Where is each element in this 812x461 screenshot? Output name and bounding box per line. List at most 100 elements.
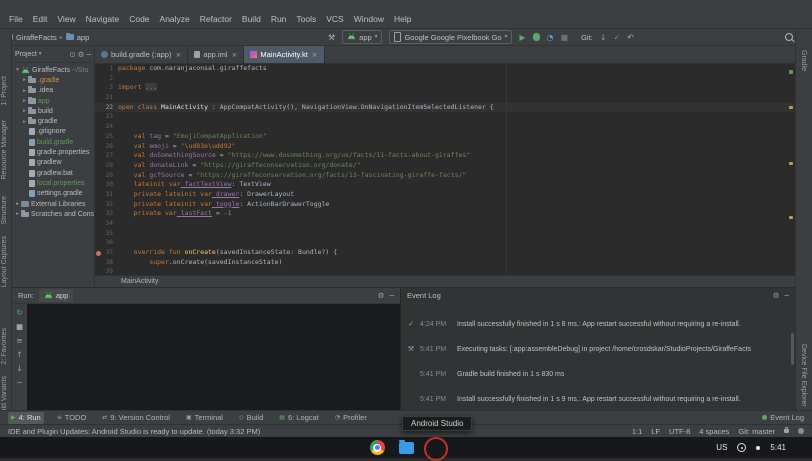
- tool-window-button-6: Logcat[interactable]: ▤6: Logcat: [276, 412, 322, 424]
- menu-item-analyze[interactable]: Analyze: [155, 12, 195, 28]
- editor-tab-app.iml[interactable]: app.iml×: [188, 46, 244, 63]
- profile-button[interactable]: ◔: [547, 33, 554, 42]
- editor-breadcrumb-item[interactable]: MainActivity: [121, 278, 158, 285]
- menu-item-navigate[interactable]: Navigate: [81, 12, 125, 28]
- tool-window-button-Profiler[interactable]: ◔Profiler: [332, 412, 370, 424]
- tree-item-build.gradle[interactable]: build.gradle: [12, 137, 94, 147]
- run-tab-app[interactable]: app: [39, 289, 74, 302]
- tree-item-gradle.properties[interactable]: gradle.properties: [12, 147, 94, 157]
- tree-item-GiraffeFacts[interactable]: ▾GiraffeFacts~/Stu: [12, 65, 94, 75]
- tool-stripe-button-Layout Captures[interactable]: Layout Captures: [1, 236, 8, 287]
- notification-indicator-icon[interactable]: [737, 443, 746, 452]
- status-message[interactable]: IDE and Plugin Updates: Android Studio i…: [8, 427, 260, 436]
- gear-icon[interactable]: ⚙: [78, 50, 85, 59]
- run-tool-rerun-icon[interactable]: ↻: [16, 309, 22, 317]
- clock[interactable]: 5:41: [770, 443, 786, 452]
- hide-panel-icon[interactable]: ─: [86, 50, 91, 59]
- inspection-status-icon[interactable]: [789, 70, 793, 74]
- gear-icon[interactable]: ⚙: [378, 291, 385, 300]
- project-panel-title[interactable]: Project: [15, 51, 37, 58]
- tool-stripe-button-Device File Explorer[interactable]: Device File Explorer: [800, 344, 807, 407]
- run-button[interactable]: ▶: [519, 33, 525, 42]
- warning-stripe-mark[interactable]: [789, 106, 793, 109]
- run-tool-scroll_down-icon[interactable]: ↓: [16, 365, 22, 373]
- tree-item-.gradle[interactable]: ▸.gradle: [12, 75, 94, 85]
- tool-stripe-button-Resource Manager[interactable]: Resource Manager: [1, 120, 8, 180]
- tool-stripe-button-Gradle[interactable]: Gradle: [800, 50, 807, 71]
- run-console-output[interactable]: [27, 304, 400, 410]
- editor-tab-MainActivity.kt[interactable]: MainActivity.kt×: [244, 46, 324, 63]
- tree-item-External Libraries[interactable]: ▸External Libraries: [12, 199, 94, 209]
- git-branch[interactable]: Git: master: [738, 427, 775, 436]
- menu-item-refactor[interactable]: Refactor: [195, 12, 237, 28]
- menu-item-tools[interactable]: Tools: [291, 12, 321, 28]
- tool-window-button-Terminal[interactable]: ▣Terminal: [183, 412, 226, 424]
- locate-target-icon[interactable]: ⊙: [69, 50, 75, 59]
- tree-item-.idea[interactable]: ▸.idea: [12, 86, 94, 96]
- tool-stripe-button-Structure[interactable]: Structure: [1, 196, 8, 224]
- tool-window-button-TODO[interactable]: ≡TODO: [54, 412, 90, 424]
- caret-position[interactable]: 1:1: [632, 427, 642, 436]
- menu-item-file[interactable]: File: [4, 12, 28, 28]
- menu-item-view[interactable]: View: [52, 12, 80, 28]
- lock-icon[interactable]: [784, 429, 789, 433]
- menu-item-code[interactable]: Code: [124, 12, 154, 28]
- tree-item-local.properties[interactable]: local.properties: [12, 178, 94, 188]
- tool-stripe-button-2: Favorites[interactable]: 2: Favorites: [1, 328, 8, 365]
- warning-stripe-mark[interactable]: [789, 216, 793, 219]
- menu-item-edit[interactable]: Edit: [28, 12, 53, 28]
- run-configuration-selector[interactable]: app ▾: [342, 30, 382, 44]
- tree-item-gradlew.bat[interactable]: gradlew.bat: [12, 168, 94, 178]
- tree-item-settings.gradle[interactable]: settings.gradle: [12, 189, 94, 199]
- reader-mode-icon[interactable]: [798, 428, 804, 434]
- menu-item-build[interactable]: Build: [237, 12, 266, 28]
- search-icon[interactable]: [785, 33, 793, 41]
- run-tool-minimize-icon[interactable]: ─: [17, 379, 22, 387]
- tool-window-button-Build[interactable]: ◇Build: [236, 412, 266, 424]
- hide-panel-icon[interactable]: ─: [389, 291, 394, 300]
- tool-window-button-4: Run[interactable]: ▶4: Run: [8, 412, 44, 424]
- gutter-marker-icon[interactable]: [96, 251, 101, 256]
- run-tool-stop-icon[interactable]: ■: [16, 323, 23, 331]
- git-rollback-button[interactable]: ↶: [627, 33, 634, 42]
- tree-item-app[interactable]: ▸app: [12, 96, 94, 106]
- tree-item-gradlew[interactable]: gradlew: [12, 158, 94, 168]
- scrollbar-thumb[interactable]: [791, 333, 794, 365]
- event-log-entries[interactable]: ✓4:24 PMInstall successfully finished in…: [401, 304, 789, 408]
- gear-icon[interactable]: ⚙: [773, 291, 780, 300]
- menu-item-vcs[interactable]: VCS: [321, 12, 348, 28]
- tree-item-build[interactable]: ▸build: [12, 106, 94, 116]
- line-ending[interactable]: LF: [651, 427, 660, 436]
- tool-window-button-9: Version Control[interactable]: ⇄9: Version Control: [99, 412, 173, 424]
- tree-item-.gitignore[interactable]: .gitignore: [12, 127, 94, 137]
- run-tool-scroll_up-icon[interactable]: ↑: [16, 351, 22, 359]
- breadcrumb-item-app[interactable]: app: [66, 33, 90, 42]
- event-log-button[interactable]: Event Log: [762, 413, 804, 422]
- tree-item-gradle[interactable]: ▸gradle: [12, 116, 94, 126]
- close-icon[interactable]: ×: [312, 51, 318, 59]
- menu-item-help[interactable]: Help: [389, 12, 416, 28]
- build-hammer-icon[interactable]: ⚒: [328, 33, 335, 42]
- close-icon[interactable]: ×: [175, 51, 181, 59]
- hide-panel-icon[interactable]: ─: [784, 291, 789, 300]
- stop-button[interactable]: ■: [561, 33, 569, 42]
- file-encoding[interactable]: UTF-8: [669, 427, 690, 436]
- close-icon[interactable]: ×: [232, 51, 238, 59]
- editor-tab-build.gradle (:app)[interactable]: build.gradle (:app)×: [95, 46, 188, 63]
- menu-item-run[interactable]: Run: [266, 12, 292, 28]
- device-selector[interactable]: Google Google Pixelbook Go ▾: [389, 30, 512, 44]
- git-update-button[interactable]: ↓: [600, 33, 607, 42]
- tool-stripe-button-1: Project[interactable]: 1: Project: [1, 76, 8, 106]
- indent-setting[interactable]: 4 spaces: [699, 427, 729, 436]
- run-tool-list-icon[interactable]: ≡: [16, 337, 22, 345]
- debug-button[interactable]: [533, 33, 540, 41]
- menu-item-window[interactable]: Window: [349, 12, 389, 28]
- android-studio-taskbar-item[interactable]: [428, 440, 443, 455]
- breadcrumb-item-GiraffeFacts[interactable]: GiraffeFacts: [5, 33, 57, 42]
- git-commit-button[interactable]: ✓: [613, 33, 620, 42]
- warning-stripe-mark[interactable]: [789, 162, 793, 165]
- tree-item-Scratches and Consoles[interactable]: ▸Scratches and Consoles: [12, 209, 94, 219]
- chrome-icon[interactable]: [370, 440, 385, 455]
- files-app-icon[interactable]: [399, 442, 414, 454]
- code-editor[interactable]: 1package com.naranjaconsal.giraffefacts2…: [95, 64, 795, 275]
